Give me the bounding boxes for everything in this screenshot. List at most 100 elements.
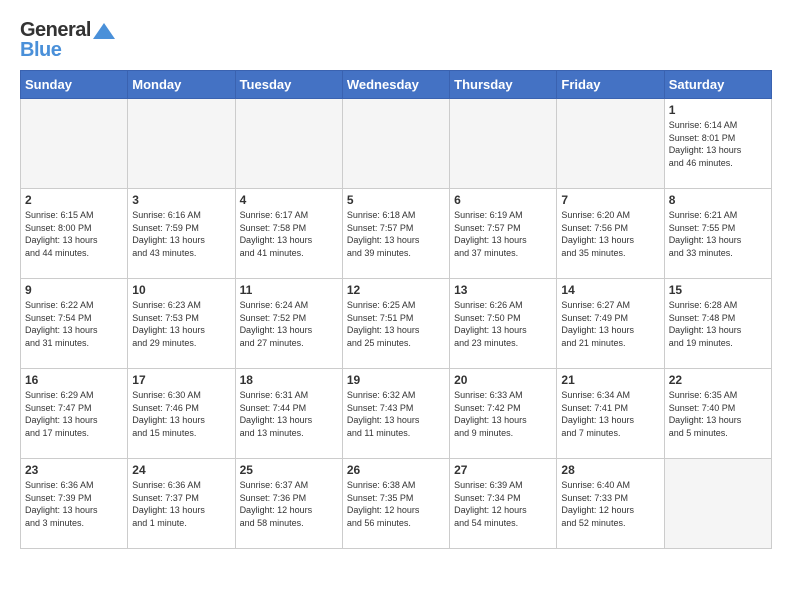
calendar-day-cell: 24 Sunrise: 6:36 AM Sunset: 7:37 PM Dayli… (128, 459, 235, 549)
day-number: 19 (347, 373, 445, 387)
day-info: Sunrise: 6:14 AM Sunset: 8:01 PM Dayligh… (669, 119, 767, 169)
day-number: 23 (25, 463, 123, 477)
day-info: Sunrise: 6:38 AM Sunset: 7:35 PM Dayligh… (347, 479, 445, 529)
day-number: 9 (25, 283, 123, 297)
weekday-header-saturday: Saturday (664, 71, 771, 99)
day-info: Sunrise: 6:32 AM Sunset: 7:43 PM Dayligh… (347, 389, 445, 439)
calendar-table: SundayMondayTuesdayWednesdayThursdayFrid… (20, 70, 772, 549)
day-info: Sunrise: 6:34 AM Sunset: 7:41 PM Dayligh… (561, 389, 659, 439)
calendar-day-cell (664, 459, 771, 549)
calendar-day-cell: 11 Sunrise: 6:24 AM Sunset: 7:52 PM Dayli… (235, 279, 342, 369)
calendar-day-cell: 10Sunrise: 6:23 AM Sunset: 7:53 PM Dayli… (128, 279, 235, 369)
calendar-day-cell: 1 Sunrise: 6:14 AM Sunset: 8:01 PM Daylig… (664, 99, 771, 189)
calendar-day-cell: 23 Sunrise: 6:36 AM Sunset: 7:39 PM Dayli… (21, 459, 128, 549)
calendar-day-cell: 7Sunrise: 6:20 AM Sunset: 7:56 PM Daylig… (557, 189, 664, 279)
weekday-header-friday: Friday (557, 71, 664, 99)
day-number: 24 (132, 463, 230, 477)
calendar-day-cell: 2 Sunrise: 6:15 AM Sunset: 8:00 PM Daylig… (21, 189, 128, 279)
day-info: Sunrise: 6:31 AM Sunset: 7:44 PM Dayligh… (240, 389, 338, 439)
day-info: Sunrise: 6:35 AM Sunset: 7:40 PM Dayligh… (669, 389, 767, 439)
day-number: 17 (132, 373, 230, 387)
day-info: Sunrise: 6:39 AM Sunset: 7:34 PM Dayligh… (454, 479, 552, 529)
day-info: Sunrise: 6:25 AM Sunset: 7:51 PM Dayligh… (347, 299, 445, 349)
day-info: Sunrise: 6:30 AM Sunset: 7:46 PM Dayligh… (132, 389, 230, 439)
day-number: 8 (669, 193, 767, 207)
day-info: Sunrise: 6:36 AM Sunset: 7:39 PM Dayligh… (25, 479, 123, 529)
calendar-week-row: 16Sunrise: 6:29 AM Sunset: 7:47 PM Dayli… (21, 369, 772, 459)
day-info: Sunrise: 6:22 AM Sunset: 7:54 PM Dayligh… (25, 299, 123, 349)
day-number: 5 (347, 193, 445, 207)
calendar-week-row: 23 Sunrise: 6:36 AM Sunset: 7:39 PM Dayli… (21, 459, 772, 549)
day-info: Sunrise: 6:17 AM Sunset: 7:58 PM Dayligh… (240, 209, 338, 259)
calendar-day-cell: 21 Sunrise: 6:34 AM Sunset: 7:41 PM Dayli… (557, 369, 664, 459)
day-number: 12 (347, 283, 445, 297)
logo-icon (93, 23, 115, 39)
day-info: Sunrise: 6:21 AM Sunset: 7:55 PM Dayligh… (669, 209, 767, 259)
day-info: Sunrise: 6:29 AM Sunset: 7:47 PM Dayligh… (25, 389, 123, 439)
day-info: Sunrise: 6:18 AM Sunset: 7:57 PM Dayligh… (347, 209, 445, 259)
day-info: Sunrise: 6:15 AM Sunset: 8:00 PM Dayligh… (25, 209, 123, 259)
logo-blue: Blue (20, 40, 115, 60)
calendar-day-cell: 28Sunrise: 6:40 AM Sunset: 7:33 PM Dayli… (557, 459, 664, 549)
calendar-day-cell: 22 Sunrise: 6:35 AM Sunset: 7:40 PM Dayli… (664, 369, 771, 459)
day-info: Sunrise: 6:24 AM Sunset: 7:52 PM Dayligh… (240, 299, 338, 349)
calendar-day-cell (128, 99, 235, 189)
calendar-day-cell (450, 99, 557, 189)
day-info: Sunrise: 6:33 AM Sunset: 7:42 PM Dayligh… (454, 389, 552, 439)
day-info: Sunrise: 6:27 AM Sunset: 7:49 PM Dayligh… (561, 299, 659, 349)
calendar-day-cell: 12 Sunrise: 6:25 AM Sunset: 7:51 PM Dayli… (342, 279, 449, 369)
calendar-day-cell: 19 Sunrise: 6:32 AM Sunset: 7:43 PM Dayli… (342, 369, 449, 459)
calendar-day-cell: 14 Sunrise: 6:27 AM Sunset: 7:49 PM Dayli… (557, 279, 664, 369)
calendar-day-cell: 25 Sunrise: 6:37 AM Sunset: 7:36 PM Dayli… (235, 459, 342, 549)
day-number: 1 (669, 103, 767, 117)
calendar-day-cell (557, 99, 664, 189)
calendar-day-cell: 27 Sunrise: 6:39 AM Sunset: 7:34 PM Dayli… (450, 459, 557, 549)
calendar-day-cell (342, 99, 449, 189)
weekday-header-thursday: Thursday (450, 71, 557, 99)
day-number: 14 (561, 283, 659, 297)
calendar-day-cell: 13 Sunrise: 6:26 AM Sunset: 7:50 PM Dayli… (450, 279, 557, 369)
day-info: Sunrise: 6:40 AM Sunset: 7:33 PM Dayligh… (561, 479, 659, 529)
logo-general: General (20, 20, 115, 40)
day-number: 26 (347, 463, 445, 477)
calendar-day-cell: 3 Sunrise: 6:16 AM Sunset: 7:59 PM Daylig… (128, 189, 235, 279)
day-info: Sunrise: 6:19 AM Sunset: 7:57 PM Dayligh… (454, 209, 552, 259)
calendar-day-cell: 8 Sunrise: 6:21 AM Sunset: 7:55 PM Daylig… (664, 189, 771, 279)
calendar-day-cell: 4 Sunrise: 6:17 AM Sunset: 7:58 PM Daylig… (235, 189, 342, 279)
day-number: 6 (454, 193, 552, 207)
day-number: 15 (669, 283, 767, 297)
page-header: General Blue (20, 20, 772, 60)
calendar-day-cell (21, 99, 128, 189)
calendar-week-row: 9 Sunrise: 6:22 AM Sunset: 7:54 PM Daylig… (21, 279, 772, 369)
day-number: 4 (240, 193, 338, 207)
day-number: 2 (25, 193, 123, 207)
day-number: 22 (669, 373, 767, 387)
day-info: Sunrise: 6:28 AM Sunset: 7:48 PM Dayligh… (669, 299, 767, 349)
weekday-header-monday: Monday (128, 71, 235, 99)
day-number: 11 (240, 283, 338, 297)
calendar-day-cell: 16Sunrise: 6:29 AM Sunset: 7:47 PM Dayli… (21, 369, 128, 459)
weekday-header-wednesday: Wednesday (342, 71, 449, 99)
day-info: Sunrise: 6:23 AM Sunset: 7:53 PM Dayligh… (132, 299, 230, 349)
calendar-day-cell: 9 Sunrise: 6:22 AM Sunset: 7:54 PM Daylig… (21, 279, 128, 369)
day-info: Sunrise: 6:26 AM Sunset: 7:50 PM Dayligh… (454, 299, 552, 349)
day-number: 13 (454, 283, 552, 297)
day-info: Sunrise: 6:37 AM Sunset: 7:36 PM Dayligh… (240, 479, 338, 529)
day-number: 27 (454, 463, 552, 477)
calendar-day-cell: 15 Sunrise: 6:28 AM Sunset: 7:48 PM Dayli… (664, 279, 771, 369)
day-number: 21 (561, 373, 659, 387)
calendar-day-cell: 18 Sunrise: 6:31 AM Sunset: 7:44 PM Dayli… (235, 369, 342, 459)
weekday-header-row: SundayMondayTuesdayWednesdayThursdayFrid… (21, 71, 772, 99)
day-number: 18 (240, 373, 338, 387)
day-info: Sunrise: 6:16 AM Sunset: 7:59 PM Dayligh… (132, 209, 230, 259)
day-info: Sunrise: 6:36 AM Sunset: 7:37 PM Dayligh… (132, 479, 230, 529)
day-number: 25 (240, 463, 338, 477)
calendar-day-cell: 20 Sunrise: 6:33 AM Sunset: 7:42 PM Dayli… (450, 369, 557, 459)
weekday-header-tuesday: Tuesday (235, 71, 342, 99)
calendar-day-cell: 26 Sunrise: 6:38 AM Sunset: 7:35 PM Dayli… (342, 459, 449, 549)
day-info: Sunrise: 6:20 AM Sunset: 7:56 PM Dayligh… (561, 209, 659, 259)
calendar-day-cell: 5 Sunrise: 6:18 AM Sunset: 7:57 PM Daylig… (342, 189, 449, 279)
day-number: 3 (132, 193, 230, 207)
calendar-day-cell (235, 99, 342, 189)
day-number: 20 (454, 373, 552, 387)
